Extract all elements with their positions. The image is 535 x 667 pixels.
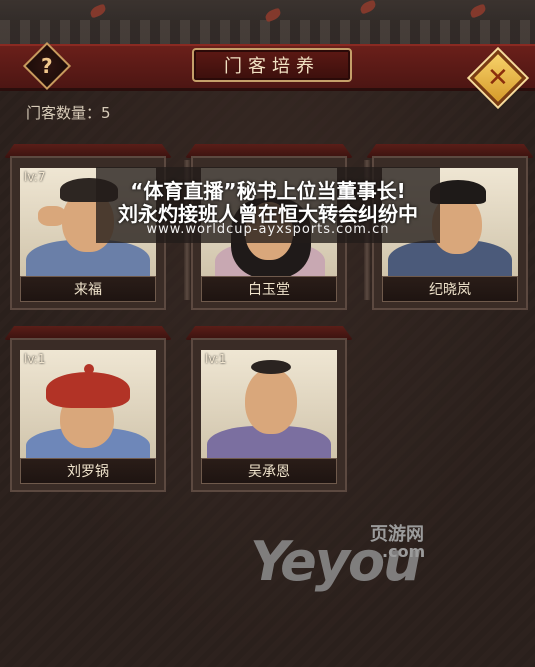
leaf-decoration [468,3,488,19]
retainer-name: 白玉堂 [201,276,337,302]
watermark-logo: Yeyou 页游网 .com [250,520,450,610]
page-title: 门客培养 [224,56,320,77]
retainer-name: 纪晓岚 [382,276,518,302]
roof-tiles [0,20,535,44]
hand-shape [38,206,66,226]
title-plaque: 门客培养 [192,48,352,82]
retainer-count: 门客数量：5 [26,104,111,122]
head-shape [245,368,297,434]
retainer-name: 吴承恩 [201,458,337,484]
roof-decoration [0,0,535,46]
banner-url: www.worldcup-ayxsports.com.cn [146,222,390,237]
card-body: lv:1 刘罗锅 [10,338,166,492]
level-label: lv:1 [24,352,46,366]
level-label: lv:1 [205,352,227,366]
leaf-decoration [88,3,108,19]
card-body: lv:1 吴承恩 [191,338,347,492]
retainer-name: 刘罗锅 [20,458,156,484]
portrait-image [20,350,156,462]
hat-shape [46,372,130,408]
question-icon: ? [41,53,53,78]
portrait-image [201,350,337,462]
watermark-com: .com [382,542,426,561]
retainer-card[interactable]: lv:1 刘罗锅 [4,326,172,492]
retainer-name: 来福 [20,276,156,302]
level-label: lv:7 [24,170,46,184]
close-icon: ✕ [487,62,509,93]
game-window: ? 门客培养 ✕ 门客数量：5 lv:7 来福 白玉堂 纪晓岚 lv:1 刘罗锅… [0,0,535,667]
leaf-decoration [358,0,378,15]
hair-bun-shape [251,360,291,374]
ad-banner[interactable]: “体育直播”秘书上位当董事长! 刘永灼接班人曾在恒大转会纠纷中 www.worl… [96,167,440,243]
hat-button-shape [84,364,94,374]
retainer-card[interactable]: lv:1 吴承恩 [185,326,353,492]
